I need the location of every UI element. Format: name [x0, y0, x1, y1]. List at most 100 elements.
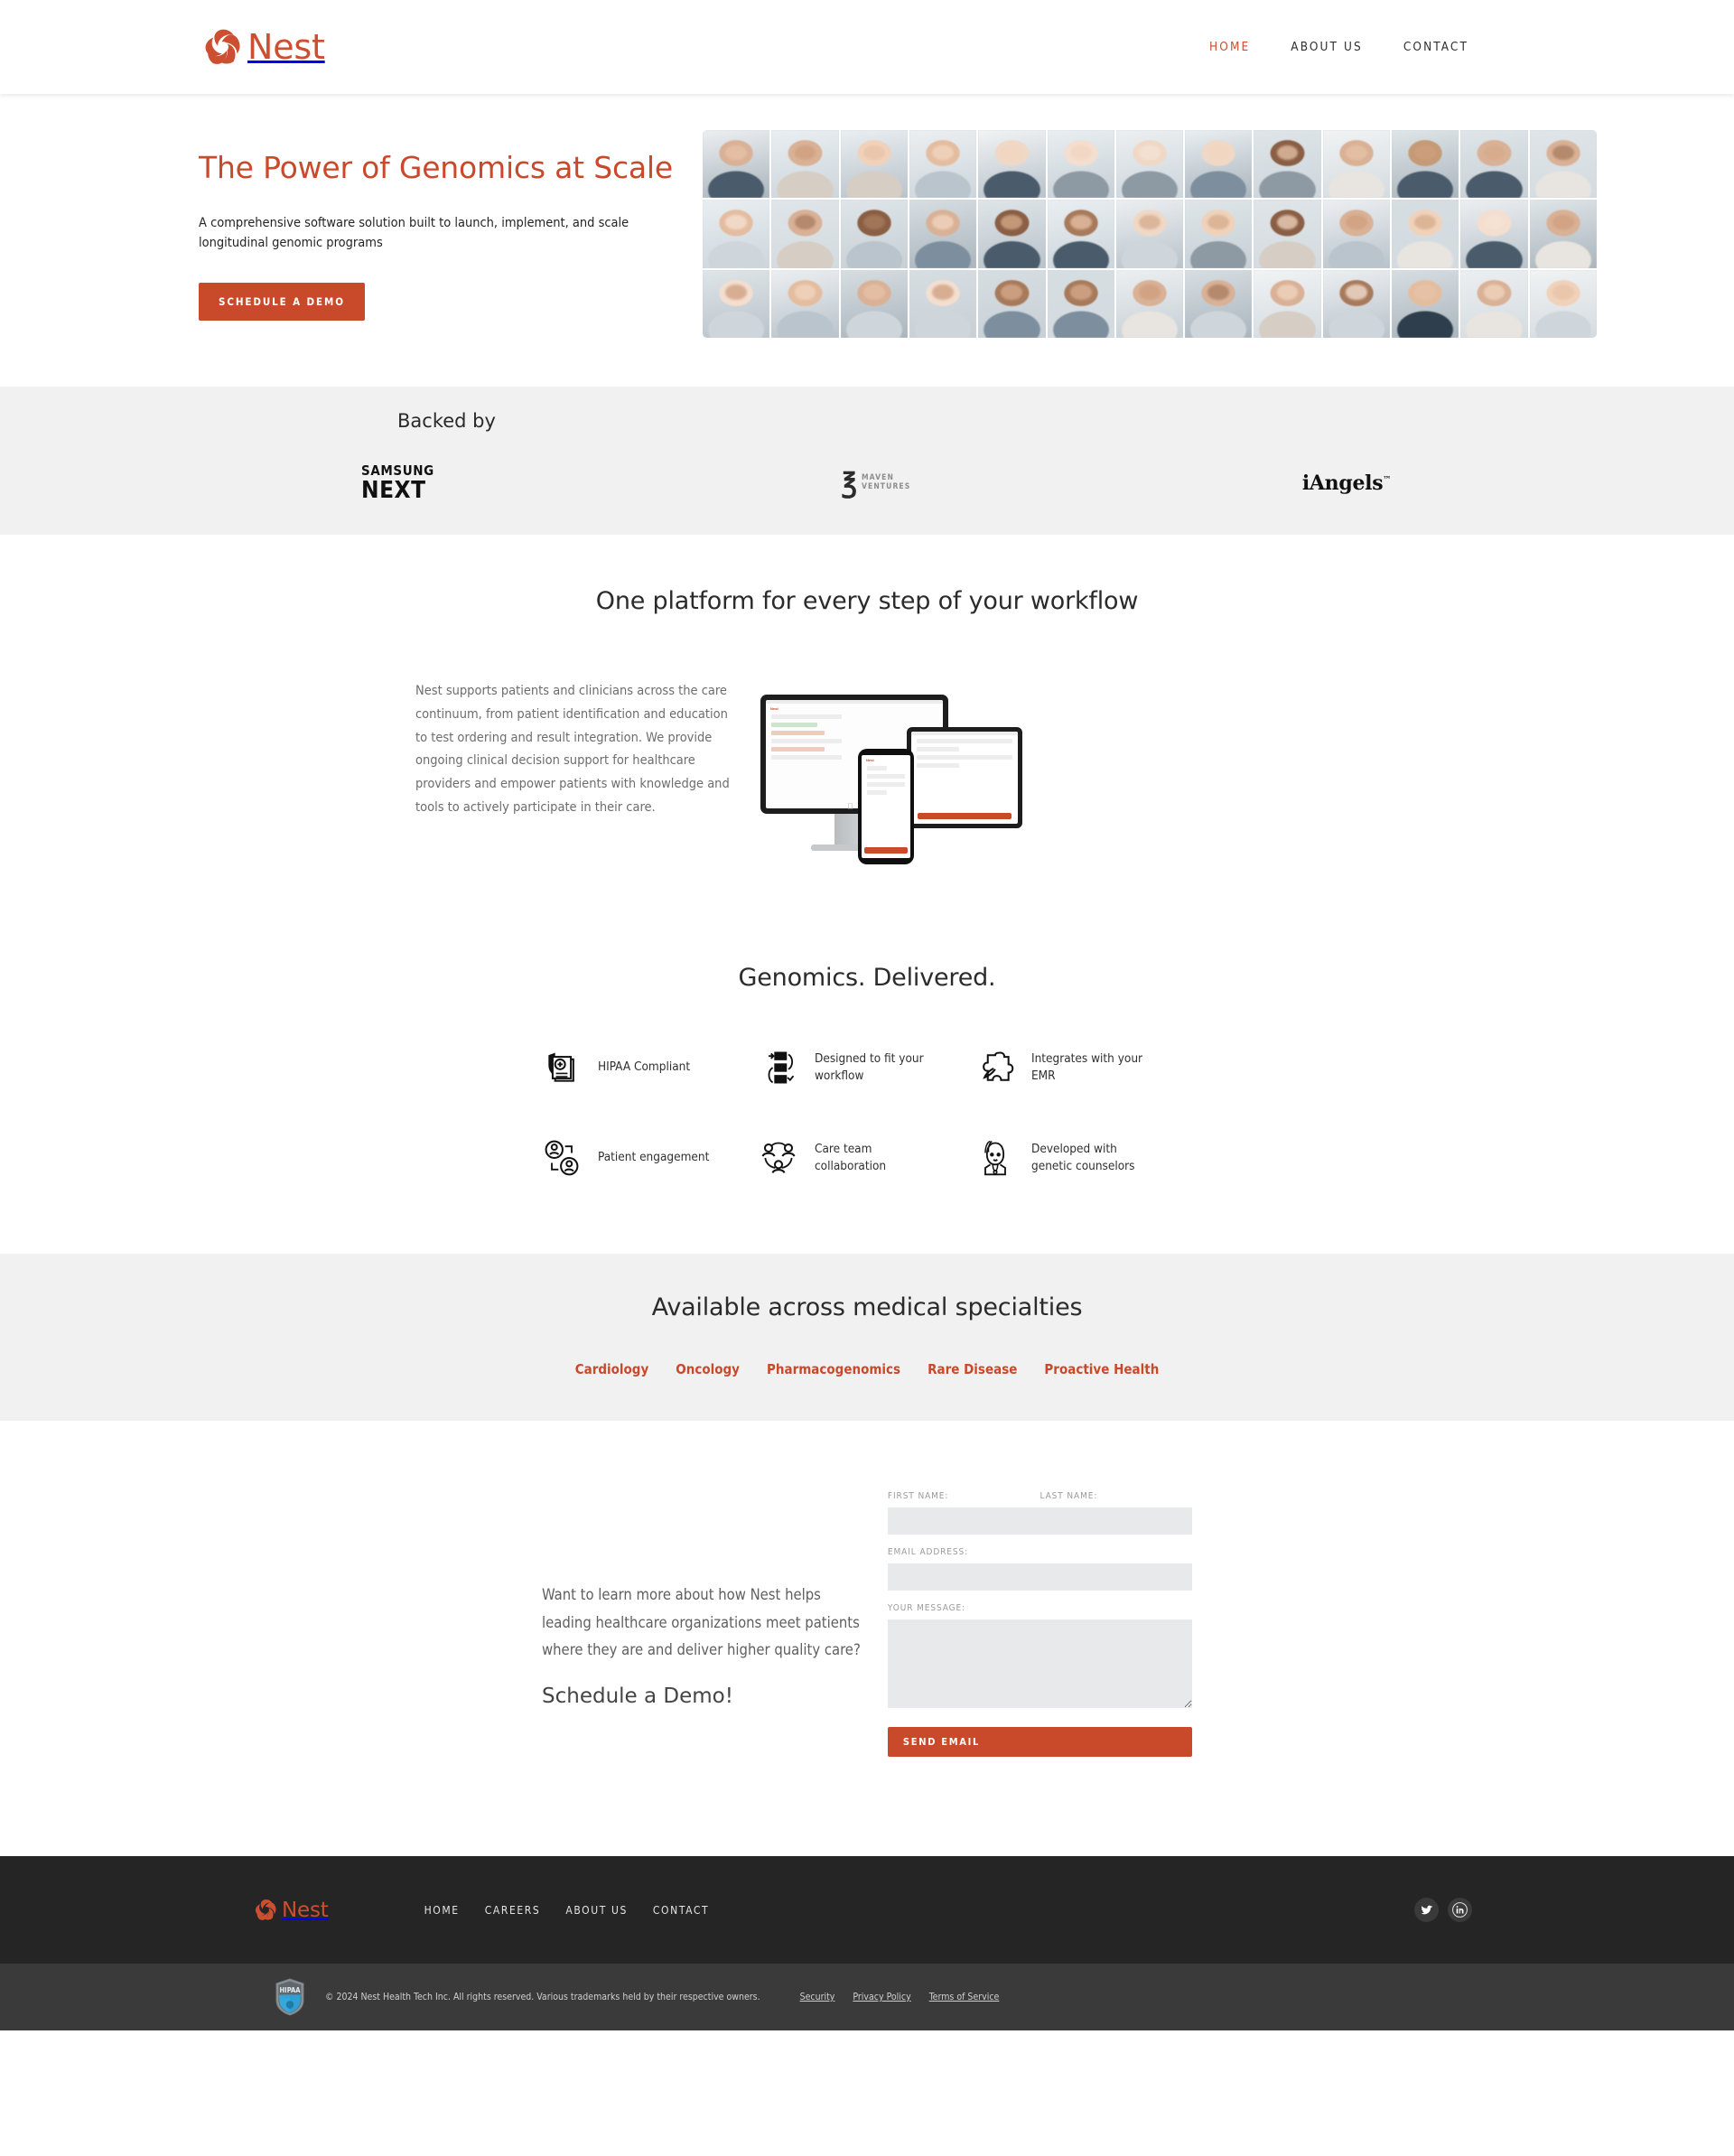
footer-nav-contact[interactable]: CONTACT [653, 1904, 709, 1917]
contact-copy: Want to learn more about how Nest helps … [542, 1491, 864, 1757]
footer-nav-careers[interactable]: CAREERS [485, 1904, 541, 1917]
hero-subtitle: A comprehensive software solution built … [199, 215, 629, 251]
specialty-pharmacogenomics[interactable]: Pharmacogenomics [767, 1361, 900, 1377]
hero-photo-collage [703, 130, 1597, 338]
your-message-textarea[interactable] [887, 1619, 1192, 1708]
first-name-input[interactable] [887, 1507, 1040, 1535]
collage-photo [840, 269, 908, 338]
iangels-tm: ™ [1383, 475, 1391, 485]
feature-label: Developed with genetic counselors [1031, 1141, 1135, 1173]
footer-brand-logo-link[interactable]: Nest [255, 1899, 329, 1922]
legal-link-terms-of-service[interactable]: Terms of Service [929, 1992, 1000, 2002]
legal-link-privacy-policy[interactable]: Privacy Policy [853, 1992, 910, 2002]
collage-photo [1392, 269, 1459, 338]
nav-item-contact[interactable]: CONTACT [1403, 40, 1468, 54]
collage-photo [703, 269, 770, 338]
specialty-proactive-health[interactable]: Proactive Health [1044, 1361, 1159, 1377]
collage-photo [1529, 200, 1597, 268]
maven-mark-icon: ℥ [841, 467, 857, 499]
platform-body-text: Nest supports patients and clinicians ac… [415, 684, 730, 815]
feature-label: Patient engagement [598, 1150, 710, 1165]
nest-aperture-logo-icon [204, 28, 242, 66]
specialty-oncology[interactable]: Oncology [676, 1361, 740, 1377]
collage-photo [1185, 130, 1253, 199]
twitter-icon[interactable] [1414, 1898, 1439, 1922]
device-mockup-image: Nest  [760, 687, 1022, 877]
clinician-portrait-icon [975, 1138, 1015, 1178]
collage-photo [978, 200, 1046, 268]
site-header: Nest HOME ABOUT US CONTACT [0, 0, 1734, 94]
feature-designed-for-workflow: Designed to fit your workflow [759, 1048, 975, 1087]
brand-logo-link[interactable]: Nest [204, 27, 325, 67]
footer-nav-home[interactable]: HOME [424, 1904, 460, 1917]
samsung-next-line1: SAMSUNG [361, 462, 434, 479]
brand-name: Nest [247, 27, 325, 67]
feature-integrates-with-emr: Integrates with your EMR [975, 1048, 1192, 1087]
puzzle-pieces-icon [975, 1048, 1015, 1087]
apple-logo-icon:  [847, 803, 854, 811]
collage-photo [771, 269, 839, 338]
copyright-text: © 2024 Nest Health Tech Inc. All rights … [325, 1992, 760, 2002]
footer-nav-about-us[interactable]: ABOUT US [565, 1904, 628, 1917]
collage-photo [703, 200, 770, 268]
workflow-checklist-icon [759, 1048, 798, 1087]
collage-photo [1047, 130, 1114, 199]
collage-photo [1115, 130, 1184, 199]
specialties-list: Cardiology Oncology Pharmacogenomics Rar… [0, 1361, 1734, 1377]
collage-photo [840, 130, 908, 199]
feature-label: Care team collaboration [815, 1141, 887, 1173]
email-address-label: EMAIL ADDRESS: [887, 1547, 969, 1557]
collage-photo [1047, 200, 1114, 268]
collage-photo [1185, 200, 1253, 268]
site-footer: Nest HOME CAREERS ABOUT US CONTACT [0, 1856, 1734, 1964]
backer-samsung-next: SAMSUNG NEXT [361, 462, 704, 504]
hipaa-compliant-badge-icon: HIPAA COMPLIANT [275, 1978, 305, 2016]
specialty-rare-disease[interactable]: Rare Disease [928, 1361, 1017, 1377]
svg-text:HIPAA: HIPAA [280, 1986, 302, 1994]
your-message-label: YOUR MESSAGE: [887, 1603, 966, 1613]
hero-section: The Power of Genomics at Scale A compreh… [0, 94, 1734, 387]
legal-links: Security Privacy Policy Terms of Service [800, 1992, 1000, 2002]
tablet-mockup [907, 727, 1022, 828]
collage-photo [1460, 269, 1528, 338]
collage-photo [771, 200, 839, 268]
collage-photo [840, 200, 908, 268]
collage-photo [1392, 130, 1459, 199]
feature-care-team-collaboration: Care team collaboration [759, 1138, 975, 1178]
collage-photo [771, 130, 839, 199]
collage-photo [1322, 130, 1391, 199]
samsung-next-line2: NEXT [361, 477, 426, 504]
backed-by-section: Backed by SAMSUNG NEXT ℥ MAVEN VENTURES [0, 387, 1734, 535]
first-name-label: FIRST NAME: [887, 1491, 949, 1501]
collage-photo [1115, 269, 1184, 338]
send-email-button[interactable]: SEND EMAIL [887, 1727, 1192, 1757]
nav-item-about-us[interactable]: ABOUT US [1291, 40, 1363, 54]
collage-photo [1254, 130, 1321, 199]
contact-form: FIRST NAME: LAST NAME: EMAIL ADDRESS: YO… [887, 1491, 1193, 1757]
hero-title: The Power of Genomics at Scale [199, 150, 673, 185]
nav-item-home[interactable]: HOME [1209, 40, 1250, 54]
contact-cta-heading: Schedule a Demo! [542, 1684, 733, 1708]
linkedin-icon[interactable] [1448, 1898, 1472, 1922]
feature-label: Integrates with your EMR [1031, 1050, 1143, 1083]
collage-photo [909, 200, 977, 268]
collage-photo [978, 269, 1046, 338]
schedule-demo-button[interactable]: SCHEDULE A DEMO [199, 282, 365, 321]
collage-photo [1115, 200, 1184, 268]
two-users-exchange-icon [542, 1138, 582, 1178]
last-name-input[interactable] [1039, 1507, 1193, 1535]
collage-photo [909, 130, 977, 199]
collage-photo [1460, 130, 1528, 199]
email-address-input[interactable] [887, 1563, 1192, 1591]
feature-label: Designed to fit your workflow [815, 1050, 924, 1083]
collage-photo [1529, 269, 1597, 338]
backed-by-title: Backed by [397, 410, 496, 432]
contact-section: Want to learn more about how Nest helps … [0, 1421, 1734, 1856]
collage-photo [1185, 269, 1253, 338]
footer-navigation: HOME CAREERS ABOUT US CONTACT [424, 1904, 710, 1917]
shield-document-icon [542, 1048, 582, 1087]
legal-link-security[interactable]: Security [800, 1992, 835, 2002]
nest-aperture-logo-icon [255, 1899, 277, 1921]
social-links [1414, 1898, 1472, 1922]
specialty-cardiology[interactable]: Cardiology [575, 1361, 649, 1377]
